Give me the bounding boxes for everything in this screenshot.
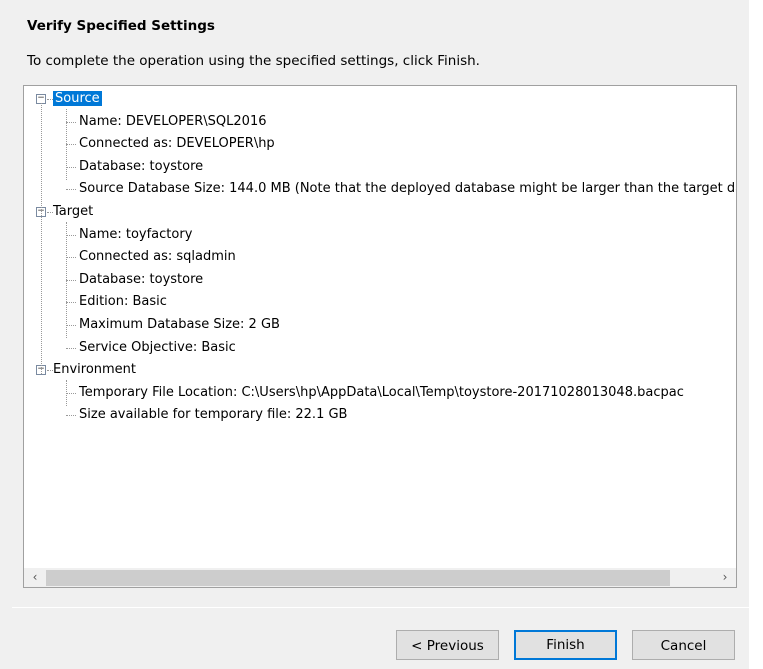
tree-connector	[66, 121, 76, 123]
tree-leaf[interactable]: Temporary File Location: C:\Users\hp\App…	[79, 383, 684, 403]
tree-connector	[66, 257, 76, 259]
tree-node-target[interactable]: Target	[53, 202, 93, 222]
tree-leaf[interactable]: Connected as: DEVELOPER\hp	[79, 134, 275, 154]
tree-leaf[interactable]: Database: toystore	[79, 157, 203, 177]
scroll-right-icon[interactable]: ›	[716, 568, 734, 587]
tree-node-label: Target	[53, 204, 94, 219]
tree-node-environment[interactable]: Environment	[53, 360, 136, 380]
cancel-button[interactable]: Cancel	[632, 630, 735, 660]
tree-leaf[interactable]: Maximum Database Size: 2 GB	[79, 315, 280, 335]
finish-button[interactable]: Finish	[514, 630, 617, 660]
page-title: Verify Specified Settings	[27, 18, 215, 34]
tree-node-label: Environment	[53, 362, 137, 378]
tree-connector	[66, 302, 76, 304]
wizard-panel: Verify Specified Settings To complete th…	[0, 0, 749, 669]
horizontal-scrollbar[interactable]: ‹ ›	[24, 568, 736, 587]
tree-leaf[interactable]: Connected as: sqladmin	[79, 247, 236, 267]
tree-leaf[interactable]: Database: toystore	[79, 270, 203, 290]
page-subtitle: To complete the operation using the spec…	[27, 53, 480, 69]
tree-connector	[66, 189, 76, 191]
tree-connector	[66, 144, 76, 146]
tree-connector	[66, 166, 76, 168]
tree-connector	[66, 347, 76, 349]
tree-leaf[interactable]: Edition: Basic	[79, 292, 167, 312]
tree-leaf[interactable]: Name: DEVELOPER\SQL2016	[79, 112, 266, 132]
tree-leaf[interactable]: Service Objective: Basic	[79, 338, 236, 358]
scrollbar-thumb[interactable]	[46, 570, 670, 586]
settings-tree[interactable]: − Source Name: DEVELOPER\SQL2016 Connected …	[23, 85, 737, 588]
tree-connector	[66, 325, 76, 326]
tree-connector	[66, 279, 76, 281]
tree-leaf[interactable]: Source Database Size: 144.0 MB (Note tha…	[79, 179, 736, 199]
previous-button[interactable]: < Previous	[396, 630, 499, 660]
scroll-left-icon[interactable]: ‹	[26, 568, 44, 587]
tree-leaf[interactable]: Size available for temporary file: 22.1 …	[79, 405, 347, 425]
tree-leaf[interactable]: Name: toyfactory	[79, 225, 192, 245]
separator	[12, 607, 749, 608]
tree-connector	[66, 392, 76, 394]
tree-node-label: Source	[53, 91, 102, 106]
tree-node-source[interactable]: Source	[53, 89, 102, 109]
tree-connector	[66, 234, 76, 236]
tree-connector	[41, 103, 42, 375]
tree-connector	[66, 415, 76, 417]
